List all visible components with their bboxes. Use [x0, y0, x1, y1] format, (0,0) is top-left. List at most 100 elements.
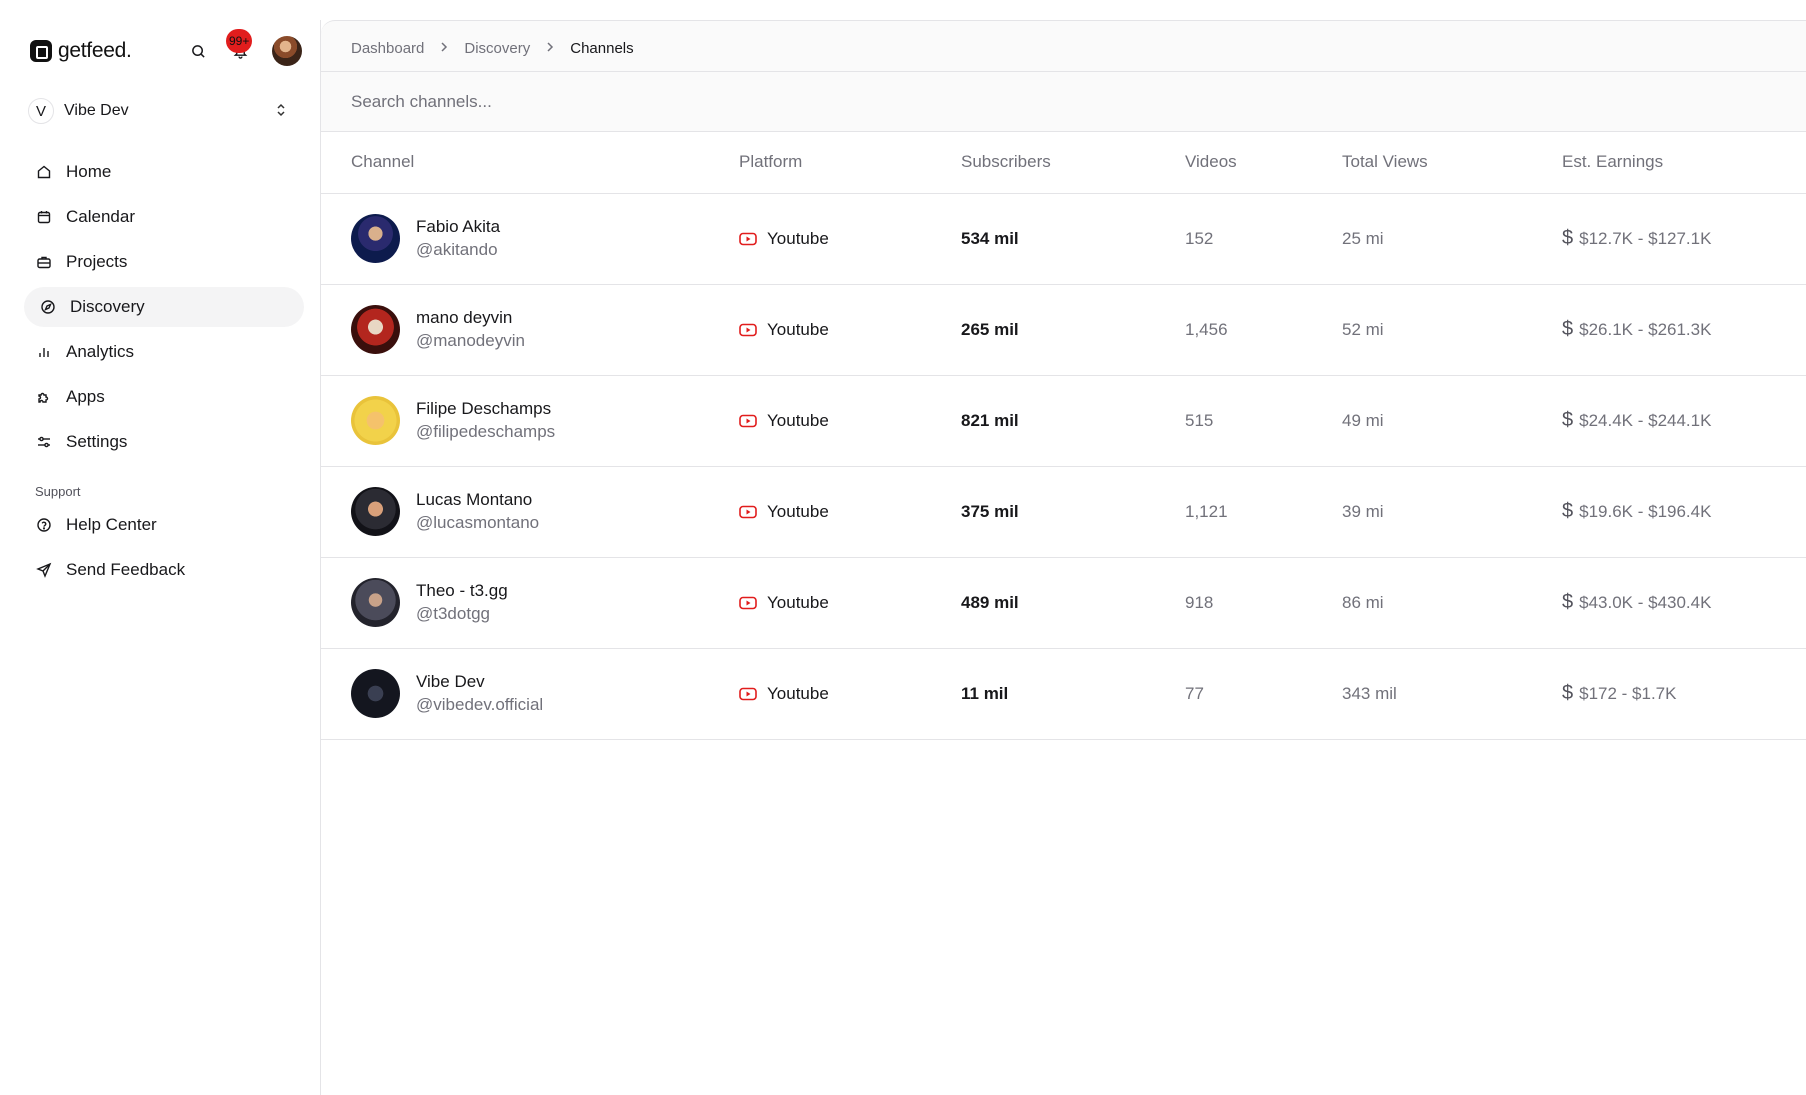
- total-views-value: 343 mil: [1342, 648, 1562, 740]
- sidebar-item-label: Analytics: [66, 342, 135, 361]
- calendar-icon: [37, 211, 51, 224]
- dollar-icon: $: [1562, 500, 1574, 522]
- youtube-icon: [739, 596, 757, 609]
- search-icon[interactable]: [188, 41, 208, 61]
- youtube-icon: [739, 687, 757, 700]
- breadcrumb-discovery[interactable]: Discovery: [464, 40, 530, 57]
- channel-avatar: [351, 305, 400, 354]
- breadcrumb: Dashboard Discovery Channels: [351, 37, 634, 59]
- sidebar: getfeed. 99+ V Vibe Dev Home Calendar Pr…: [0, 0, 320, 1095]
- channel-avatar: [351, 396, 400, 445]
- videos-value: 515: [1185, 375, 1342, 467]
- sidebar-item-projects[interactable]: Projects: [24, 242, 304, 282]
- table-row[interactable]: Fabio Akita @akitando Youtube 534 mil 15…: [321, 193, 1806, 285]
- channel-name[interactable]: Lucas Montano: [416, 490, 539, 510]
- table-row[interactable]: Theo - t3.gg @t3dotgg Youtube 489 mil 91…: [321, 557, 1806, 649]
- youtube-icon: [739, 323, 757, 336]
- platform-cell: Youtube: [739, 284, 961, 376]
- youtube-icon: [739, 414, 757, 427]
- channel-avatar: [351, 214, 400, 263]
- chevron-right-icon: [440, 40, 448, 56]
- page-header: Dashboard Discovery Channels: [321, 20, 1806, 132]
- app-name: getfeed.: [58, 39, 132, 62]
- channels-table: Channel Platform Subscribers Videos Tota…: [321, 132, 1806, 740]
- sidebar-item-discovery[interactable]: Discovery: [24, 287, 304, 327]
- table-row[interactable]: mano deyvin @manodeyvin Youtube 265 mil …: [321, 284, 1806, 376]
- compass-icon: [41, 300, 55, 314]
- subscribers-value: 489 mil: [961, 557, 1185, 649]
- dollar-icon: $: [1562, 409, 1574, 431]
- channel-handle: @t3dotgg: [416, 604, 490, 623]
- channel-avatar: [351, 669, 400, 718]
- column-header-channel[interactable]: Channel: [321, 132, 739, 194]
- chevron-up-down-icon: [276, 103, 286, 120]
- table-row[interactable]: Lucas Montano @lucasmontano Youtube 375 …: [321, 466, 1806, 558]
- earnings-value: $19.6K - $196.4K: [1579, 501, 1712, 521]
- youtube-icon: [739, 232, 757, 245]
- channel-name[interactable]: mano deyvin: [416, 308, 525, 328]
- subscribers-value: 11 mil: [961, 648, 1185, 740]
- earnings-value: $26.1K - $261.3K: [1579, 319, 1712, 339]
- earnings-cell: $ $24.4K - $244.1K: [1562, 375, 1806, 467]
- sidebar-item-send-feedback[interactable]: Send Feedback: [24, 550, 304, 590]
- videos-value: 1,121: [1185, 466, 1342, 558]
- subscribers-value: 375 mil: [961, 466, 1185, 558]
- app-logo[interactable]: getfeed.: [30, 39, 132, 63]
- dollar-icon: $: [1562, 682, 1574, 704]
- platform-cell: Youtube: [739, 193, 961, 285]
- table-row[interactable]: Filipe Deschamps @filipedeschamps Youtub…: [321, 375, 1806, 467]
- platform-cell: Youtube: [739, 557, 961, 649]
- earnings-value: $12.7K - $127.1K: [1579, 228, 1712, 248]
- sidebar-item-analytics[interactable]: Analytics: [24, 332, 304, 372]
- channel-name[interactable]: Fabio Akita: [416, 217, 500, 237]
- channel-cell: Lucas Montano @lucasmontano: [321, 466, 739, 558]
- earnings-cell: $ $43.0K - $430.4K: [1562, 557, 1806, 649]
- sidebar-item-home[interactable]: Home: [24, 152, 304, 192]
- sidebar-item-settings[interactable]: Settings: [24, 422, 304, 462]
- column-header-videos[interactable]: Videos: [1185, 132, 1342, 194]
- platform-cell: Youtube: [739, 648, 961, 740]
- column-header-platform[interactable]: Platform: [739, 132, 961, 194]
- column-header-subscribers[interactable]: Subscribers: [961, 132, 1185, 194]
- column-header-est-earnings[interactable]: Est. Earnings: [1562, 132, 1806, 194]
- subscribers-value: 534 mil: [961, 193, 1185, 285]
- sidebar-item-help-center[interactable]: Help Center: [24, 505, 304, 545]
- channel-avatar: [351, 487, 400, 536]
- earnings-cell: $ $12.7K - $127.1K: [1562, 193, 1806, 285]
- sidebar-item-label: Help Center: [66, 515, 157, 534]
- total-views-value: 86 mi: [1342, 557, 1562, 649]
- channel-avatar: [351, 578, 400, 627]
- workspace-switcher[interactable]: V Vibe Dev: [28, 96, 298, 126]
- sidebar-item-label: Discovery: [70, 297, 145, 316]
- table-header-row: Channel Platform Subscribers Videos Tota…: [321, 132, 1806, 194]
- breadcrumb-dashboard[interactable]: Dashboard: [351, 40, 424, 57]
- channel-cell: Theo - t3.gg @t3dotgg: [321, 557, 739, 649]
- videos-value: 918: [1185, 557, 1342, 649]
- platform-name: Youtube: [767, 501, 829, 521]
- channel-name[interactable]: Theo - t3.gg: [416, 581, 508, 601]
- channel-name[interactable]: Filipe Deschamps: [416, 399, 555, 419]
- sidebar-item-apps[interactable]: Apps: [24, 377, 304, 417]
- platform-cell: Youtube: [739, 375, 961, 467]
- sidebar-item-label: Calendar: [66, 207, 135, 226]
- sidebar-topbar: getfeed. 99+: [30, 29, 302, 66]
- sidebar-item-label: Apps: [66, 387, 105, 406]
- workspace-initial: V: [28, 98, 54, 124]
- total-views-value: 49 mi: [1342, 375, 1562, 467]
- column-header-total-views[interactable]: Total Views: [1342, 132, 1562, 194]
- subscribers-value: 265 mil: [961, 284, 1185, 376]
- breadcrumb-channels: Channels: [570, 39, 634, 57]
- table-row[interactable]: Vibe Dev @vibedev.official Youtube 11 mi…: [321, 648, 1806, 740]
- puzzle-icon: [38, 392, 49, 403]
- total-views-value: 25 mi: [1342, 193, 1562, 285]
- channel-cell: Vibe Dev @vibedev.official: [321, 648, 739, 740]
- user-avatar[interactable]: [272, 36, 302, 66]
- notifications-button[interactable]: 99+: [226, 29, 253, 61]
- main-content: Dashboard Discovery Channels Channel Pla…: [321, 20, 1806, 1095]
- search-input[interactable]: [321, 72, 1806, 132]
- notification-badge: 99+: [226, 29, 253, 53]
- channel-name[interactable]: Vibe Dev: [416, 672, 543, 692]
- videos-value: 1,456: [1185, 284, 1342, 376]
- sidebar-item-calendar[interactable]: Calendar: [24, 197, 304, 237]
- dollar-icon: $: [1562, 591, 1574, 613]
